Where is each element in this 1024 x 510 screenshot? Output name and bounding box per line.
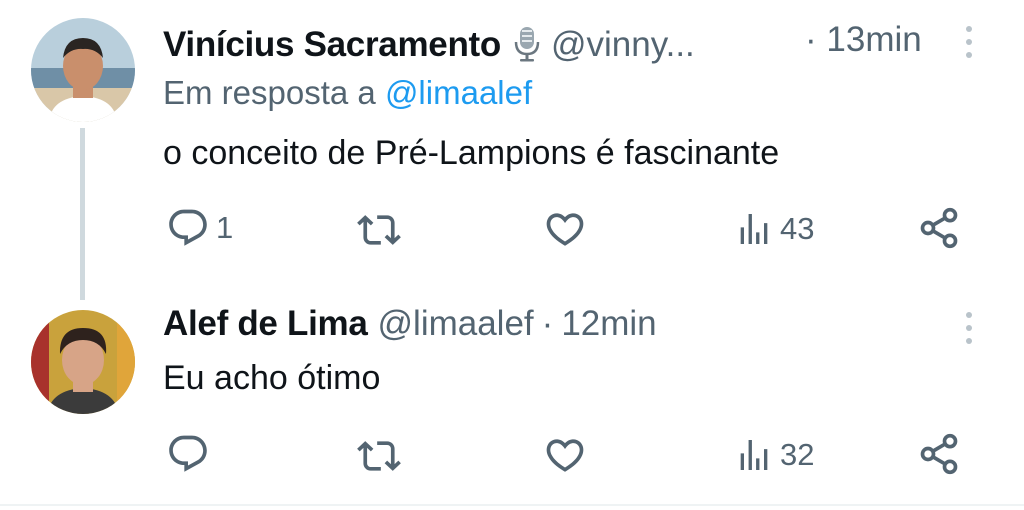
- reply-button[interactable]: 1: [166, 206, 233, 250]
- action-bar: 1 43: [0, 206, 1024, 254]
- views-button[interactable]: 32: [734, 433, 814, 477]
- tweet-text: o conceito de Pré-Lampions é fascinante: [163, 134, 780, 172]
- action-bar: 32: [0, 432, 1024, 480]
- avatar[interactable]: [31, 310, 135, 414]
- retweet-button[interactable]: [357, 208, 407, 252]
- tweet-text: Eu acho ótimo: [163, 359, 381, 397]
- share-icon: [917, 206, 961, 250]
- more-icon[interactable]: [963, 310, 975, 346]
- views-button[interactable]: 43: [734, 207, 814, 251]
- divider: [0, 504, 1024, 506]
- microphone-icon: [513, 26, 541, 62]
- separator-dot: ·: [541, 304, 554, 343]
- author-handle[interactable]: @limaalef: [378, 304, 534, 344]
- separator-dot: ·: [805, 20, 817, 59]
- tweet[interactable]: Vinícius Sacramento @vinny... · 13min Em…: [0, 0, 1024, 300]
- tweet-header: Vinícius Sacramento @vinny...: [163, 20, 695, 65]
- retweet-icon: [357, 208, 401, 252]
- tweet-header: Alef de Lima @limaalef · 12min: [163, 304, 657, 344]
- reply-mention[interactable]: @limaalef: [385, 74, 532, 111]
- views-count: 43: [780, 211, 815, 246]
- more-icon[interactable]: [963, 24, 975, 60]
- reply-icon: [166, 432, 210, 476]
- reply-icon: [166, 206, 210, 250]
- share-button[interactable]: [917, 432, 961, 476]
- share-button[interactable]: [917, 206, 961, 250]
- like-button[interactable]: [543, 433, 593, 477]
- views-count: 32: [780, 437, 815, 472]
- like-icon: [543, 207, 587, 251]
- author-handle[interactable]: @vinny...: [551, 25, 695, 65]
- share-icon: [917, 432, 961, 476]
- like-icon: [543, 433, 587, 477]
- reply-count: 1: [216, 210, 234, 245]
- reply-context: Em resposta a @limaalef: [163, 73, 532, 113]
- tweet[interactable]: Alef de Lima @limaalef · 12min Eu acho ó…: [0, 300, 1024, 505]
- timestamp[interactable]: · 13min: [805, 20, 922, 60]
- tweet-time[interactable]: 13min: [826, 20, 921, 59]
- avatar[interactable]: [31, 18, 135, 122]
- views-icon: [734, 207, 774, 251]
- reply-button[interactable]: [166, 432, 216, 476]
- tweet-time[interactable]: 12min: [561, 304, 656, 344]
- author-name[interactable]: Alef de Lima: [163, 304, 368, 344]
- retweet-button[interactable]: [357, 434, 407, 478]
- views-icon: [734, 433, 774, 477]
- reply-prefix: Em resposta a: [163, 74, 376, 111]
- retweet-icon: [357, 434, 401, 478]
- author-name[interactable]: Vinícius Sacramento: [163, 25, 501, 65]
- like-button[interactable]: [543, 207, 593, 251]
